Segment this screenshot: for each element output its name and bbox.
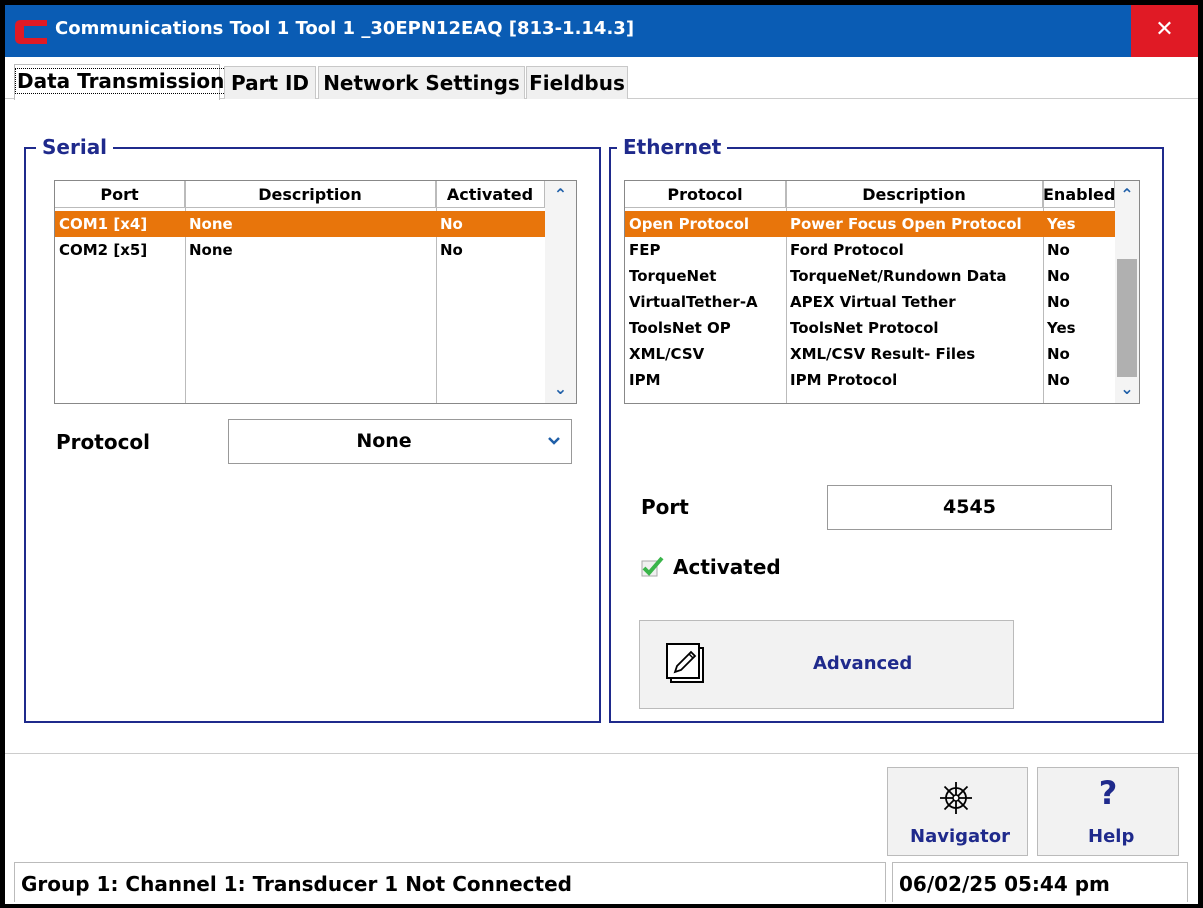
cell-port: COM2 [x5] [59, 241, 148, 259]
column-header-port[interactable]: Port [55, 181, 185, 208]
ethernet-table-scrollbar[interactable]: ⌃ ⌄ [1115, 181, 1139, 403]
cell-protocol: IPM [629, 371, 661, 389]
cell-enabled: No [1047, 241, 1070, 259]
cell-enabled: Yes [1047, 215, 1076, 233]
navigator-wheel-icon [940, 782, 972, 814]
cell-protocol: ToolsNet OP [629, 319, 731, 337]
scroll-thumb[interactable] [1117, 259, 1137, 377]
table-row[interactable]: IPM IPM Protocol No [625, 367, 1115, 393]
title-bar: Communications Tool 1 Tool 1 _30EPN12EAQ… [5, 5, 1198, 57]
table-row[interactable]: ToolsNet OP ToolsNet Protocol Yes [625, 315, 1115, 341]
communications-window: Communications Tool 1 Tool 1 _30EPN12EAQ… [5, 5, 1198, 904]
cell-protocol: VirtualTether-A [629, 293, 758, 311]
advanced-button[interactable]: Advanced [639, 620, 1014, 709]
cell-description: IPM Protocol [790, 371, 898, 389]
help-question-icon: ? [1098, 774, 1118, 812]
footer-divider [5, 753, 1198, 754]
cell-activated: No [440, 241, 463, 259]
tab-network-settings[interactable]: Network Settings [318, 66, 525, 99]
status-datetime: 06/02/25 05:44 pm [892, 862, 1188, 902]
tab-label: Part ID [230, 71, 310, 95]
serial-table-header: Port Description Activated [55, 181, 545, 208]
ethernet-group-title: Ethernet [617, 135, 728, 159]
ethernet-table-header: Protocol Description Enabled [625, 181, 1115, 208]
cell-description: APEX Virtual Tether [790, 293, 956, 311]
column-header-description[interactable]: Description [786, 181, 1043, 208]
cell-enabled: Yes [1047, 319, 1076, 337]
tab-label: Network Settings [323, 71, 520, 95]
close-button[interactable]: ✕ [1131, 5, 1198, 57]
table-row[interactable]: XML/CSV XML/CSV Result- Files No [625, 341, 1115, 367]
checkmark-icon [641, 556, 664, 577]
protocol-select-value: None [356, 430, 412, 452]
activated-checkbox[interactable]: Activated [640, 553, 790, 583]
cell-description: XML/CSV Result- Files [790, 345, 976, 363]
cell-description: Power Focus Open Protocol [790, 215, 1022, 233]
tab-part-id[interactable]: Part ID [224, 66, 316, 99]
advanced-button-label: Advanced [813, 653, 913, 674]
scroll-up-icon[interactable]: ⌃ [1115, 184, 1139, 206]
app-logo-icon [11, 14, 55, 50]
cell-port: COM1 [x4] [59, 215, 148, 233]
table-row[interactable]: COM2 [x5] None No [55, 237, 545, 263]
table-row[interactable]: VirtualTether-A APEX Virtual Tether No [625, 289, 1115, 315]
tab-label: Data Transmission [15, 68, 227, 94]
cell-enabled: No [1047, 267, 1070, 285]
help-button[interactable]: ? Help [1037, 767, 1179, 856]
cell-description: None [189, 241, 233, 259]
cell-protocol: XML/CSV [629, 345, 705, 363]
navigator-button-label: Navigator [910, 826, 1010, 847]
scroll-down-icon[interactable]: ⌄ [1115, 378, 1139, 400]
protocol-select[interactable]: None [228, 419, 572, 464]
cell-enabled: No [1047, 371, 1070, 389]
column-header-activated[interactable]: Activated [436, 181, 545, 208]
cell-enabled: No [1047, 345, 1070, 363]
serial-group-title: Serial [36, 135, 114, 159]
tab-fieldbus[interactable]: Fieldbus [526, 66, 628, 99]
status-message: Group 1: Channel 1: Transducer 1 Not Con… [14, 862, 886, 902]
port-label: Port [641, 495, 689, 519]
status-bar: Group 1: Channel 1: Transducer 1 Not Con… [5, 862, 1198, 904]
tab-data-transmission[interactable]: Data Transmission [14, 64, 227, 100]
cell-protocol: Open Protocol [629, 215, 750, 233]
window-title: Communications Tool 1 Tool 1 _30EPN12EAQ… [55, 18, 635, 39]
scroll-up-icon[interactable]: ⌃ [545, 184, 576, 206]
activated-label: Activated [673, 555, 781, 579]
column-header-enabled[interactable]: Enabled [1043, 181, 1115, 208]
serial-table-scrollbar[interactable]: ⌃ ⌄ [545, 181, 576, 403]
table-row[interactable]: Open Protocol Power Focus Open Protocol … [625, 211, 1115, 237]
scroll-down-icon[interactable]: ⌄ [545, 378, 576, 400]
column-header-protocol[interactable]: Protocol [625, 181, 786, 208]
cell-activated: No [440, 215, 463, 233]
cell-protocol: FEP [629, 241, 661, 259]
table-row[interactable]: TorqueNet TorqueNet/Rundown Data No [625, 263, 1115, 289]
cell-enabled: No [1047, 293, 1070, 311]
help-button-label: Help [1088, 826, 1135, 847]
table-row[interactable]: COM1 [x4] None No [55, 211, 545, 237]
cell-description: Ford Protocol [790, 241, 904, 259]
close-icon: ✕ [1155, 17, 1174, 42]
column-header-description[interactable]: Description [185, 181, 436, 208]
dropdown-chevron-icon [548, 437, 560, 445]
port-input[interactable]: 4545 [827, 485, 1112, 530]
table-row[interactable]: FEP Ford Protocol No [625, 237, 1115, 263]
edit-pen-icon [666, 643, 704, 683]
cell-description: ToolsNet Protocol [790, 319, 939, 337]
protocol-label: Protocol [56, 430, 151, 454]
cell-description: TorqueNet/Rundown Data [790, 267, 1007, 285]
serial-port-table[interactable]: Port Description Activated COM1 [x4] Non… [54, 180, 577, 404]
cell-description: None [189, 215, 233, 233]
ethernet-protocol-table[interactable]: Protocol Description Enabled Open Protoc… [624, 180, 1140, 404]
navigator-button[interactable]: Navigator [887, 767, 1028, 856]
tab-label: Fieldbus [529, 71, 625, 95]
cell-protocol: TorqueNet [629, 267, 717, 285]
